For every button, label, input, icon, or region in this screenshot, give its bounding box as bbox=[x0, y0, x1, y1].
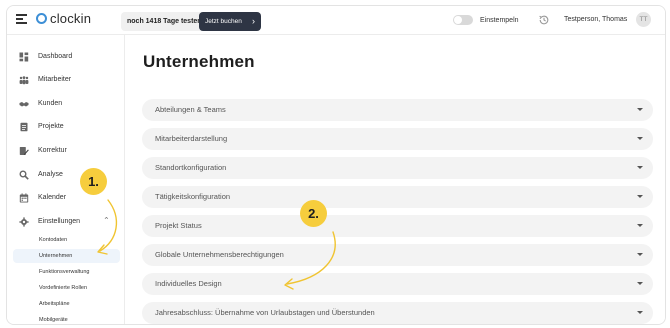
sidebar-item-kunden[interactable]: Kunden bbox=[7, 94, 124, 114]
section-taetigkeitskonfiguration[interactable]: Tätigkeitskonfiguration bbox=[142, 186, 653, 208]
sidebar-item-label: Projekte bbox=[38, 123, 64, 130]
section-individuelles-design[interactable]: Individuelles Design bbox=[142, 273, 653, 295]
section-label: Individuelles Design bbox=[155, 279, 222, 288]
sidebar-item-label: Korrektur bbox=[38, 147, 67, 154]
history-icon[interactable] bbox=[538, 14, 550, 26]
caret-down-icon bbox=[637, 311, 643, 314]
handshake-icon bbox=[19, 102, 29, 107]
calendar-icon bbox=[19, 193, 29, 203]
clipboard-icon bbox=[20, 122, 28, 132]
section-standortkonfiguration[interactable]: Standortkonfiguration bbox=[142, 157, 653, 179]
sidebar-subitem-label: Funktionsverwaltung bbox=[39, 269, 90, 275]
page-title: Unternehmen bbox=[143, 52, 255, 71]
section-projekt-status[interactable]: Projekt Status bbox=[142, 215, 653, 237]
clock-in-toggle[interactable] bbox=[453, 15, 473, 25]
chevron-up-icon[interactable]: ⌄ bbox=[103, 215, 110, 224]
section-label: Abteilungen & Teams bbox=[155, 105, 226, 114]
menu-icon[interactable] bbox=[16, 14, 27, 24]
section-label: Projekt Status bbox=[155, 221, 202, 230]
caret-down-icon bbox=[637, 195, 643, 198]
main-content: Unternehmen Abteilungen & Teams Mitarbei… bbox=[125, 35, 665, 324]
sidebar-subitem-label: Unternehmen bbox=[39, 253, 73, 259]
clock-in-label: Einstempeln bbox=[480, 17, 519, 24]
sidebar-subitem-mobilgeraete[interactable]: Mobilgeräte bbox=[13, 313, 120, 324]
section-globale-berechtigungen[interactable]: Globale Unternehmensberechtigungen bbox=[142, 244, 653, 266]
sidebar-item-label: Kunden bbox=[38, 100, 63, 107]
sidebar-item-label: Kalender bbox=[38, 194, 67, 201]
sidebar-item-label: Einstellungen bbox=[38, 218, 81, 225]
sidebar-subitem-kontodaten[interactable]: Kontodaten bbox=[13, 233, 120, 247]
sidebar-subitem-label: Vordefinierte Rollen bbox=[39, 285, 88, 291]
sidebar-subitem-label: Mobilgeräte bbox=[39, 317, 68, 323]
step-1-badge: 1. bbox=[80, 168, 107, 195]
app-name: clockin bbox=[50, 11, 92, 26]
sidebar-subitem-unternehmen[interactable]: Unternehmen bbox=[13, 249, 120, 263]
avatar[interactable]: TT bbox=[636, 12, 651, 27]
sidebar-subitem-label: Kontodaten bbox=[39, 237, 68, 243]
caret-down-icon bbox=[637, 253, 643, 256]
sidebar-item-label: Analyse bbox=[38, 171, 63, 178]
caret-down-icon bbox=[637, 166, 643, 169]
sidebar-item-projekte[interactable]: Projekte bbox=[7, 117, 124, 137]
top-bar: clockin noch 1418 Tage testen Jetzt buch… bbox=[7, 6, 665, 35]
chevron-right-icon: › bbox=[252, 16, 255, 26]
edit-icon bbox=[19, 147, 29, 155]
sidebar-subitem-label: Arbeitspläne bbox=[39, 301, 70, 307]
gear-icon bbox=[19, 217, 29, 227]
clock-in-control[interactable]: Einstempeln bbox=[453, 14, 537, 27]
step-2-badge: 2. bbox=[300, 200, 327, 227]
app-window: clockin noch 1418 Tage testen Jetzt buch… bbox=[6, 5, 666, 325]
caret-down-icon bbox=[637, 224, 643, 227]
section-label: Tätigkeitskonfiguration bbox=[155, 192, 231, 201]
sidebar-subitem-funktionsverwaltung[interactable]: Funktionsverwaltung bbox=[13, 265, 120, 279]
buy-now-label: Jetzt buchen bbox=[205, 18, 242, 25]
magnifier-icon bbox=[19, 170, 29, 180]
sidebar: Dashboard Mitarbeiter Kunden Projekte Ko… bbox=[7, 35, 125, 324]
section-mitarbeiterdarstellung[interactable]: Mitarbeiterdarstellung bbox=[142, 128, 653, 150]
sidebar-subitem-vordefinierte-rollen[interactable]: Vordefinierte Rollen bbox=[13, 281, 120, 295]
user-name[interactable]: Testperson, Thomas bbox=[564, 12, 627, 28]
sidebar-item-einstellungen[interactable]: Einstellungen ⌄ bbox=[7, 212, 124, 232]
caret-down-icon bbox=[637, 282, 643, 285]
sidebar-item-label: Dashboard bbox=[38, 53, 73, 60]
section-label: Standortkonfiguration bbox=[155, 163, 227, 172]
caret-down-icon bbox=[637, 108, 643, 111]
section-label: Mitarbeiterdarstellung bbox=[155, 134, 228, 143]
caret-down-icon bbox=[637, 137, 643, 140]
clockin-logo-icon bbox=[36, 13, 47, 24]
people-icon bbox=[19, 76, 29, 85]
sidebar-item-korrektur[interactable]: Korrektur bbox=[7, 141, 124, 161]
sidebar-subitem-arbeitsplaene[interactable]: Arbeitspläne bbox=[13, 297, 120, 311]
sidebar-item-label: Mitarbeiter bbox=[38, 76, 72, 83]
sidebar-item-mitarbeiter[interactable]: Mitarbeiter bbox=[7, 70, 124, 90]
section-label: Jahresabschluss: Übernahme von Urlaubsta… bbox=[155, 308, 375, 317]
sidebar-item-kalender[interactable]: Kalender bbox=[7, 188, 124, 208]
sidebar-item-dashboard[interactable]: Dashboard bbox=[7, 47, 124, 67]
section-abteilungen-teams[interactable]: Abteilungen & Teams bbox=[142, 99, 653, 121]
section-jahresabschluss[interactable]: Jahresabschluss: Übernahme von Urlaubsta… bbox=[142, 302, 653, 324]
buy-now-button[interactable]: Jetzt buchen › bbox=[199, 12, 261, 31]
section-label: Globale Unternehmensberechtigungen bbox=[155, 250, 284, 259]
dashboard-icon bbox=[19, 52, 29, 62]
